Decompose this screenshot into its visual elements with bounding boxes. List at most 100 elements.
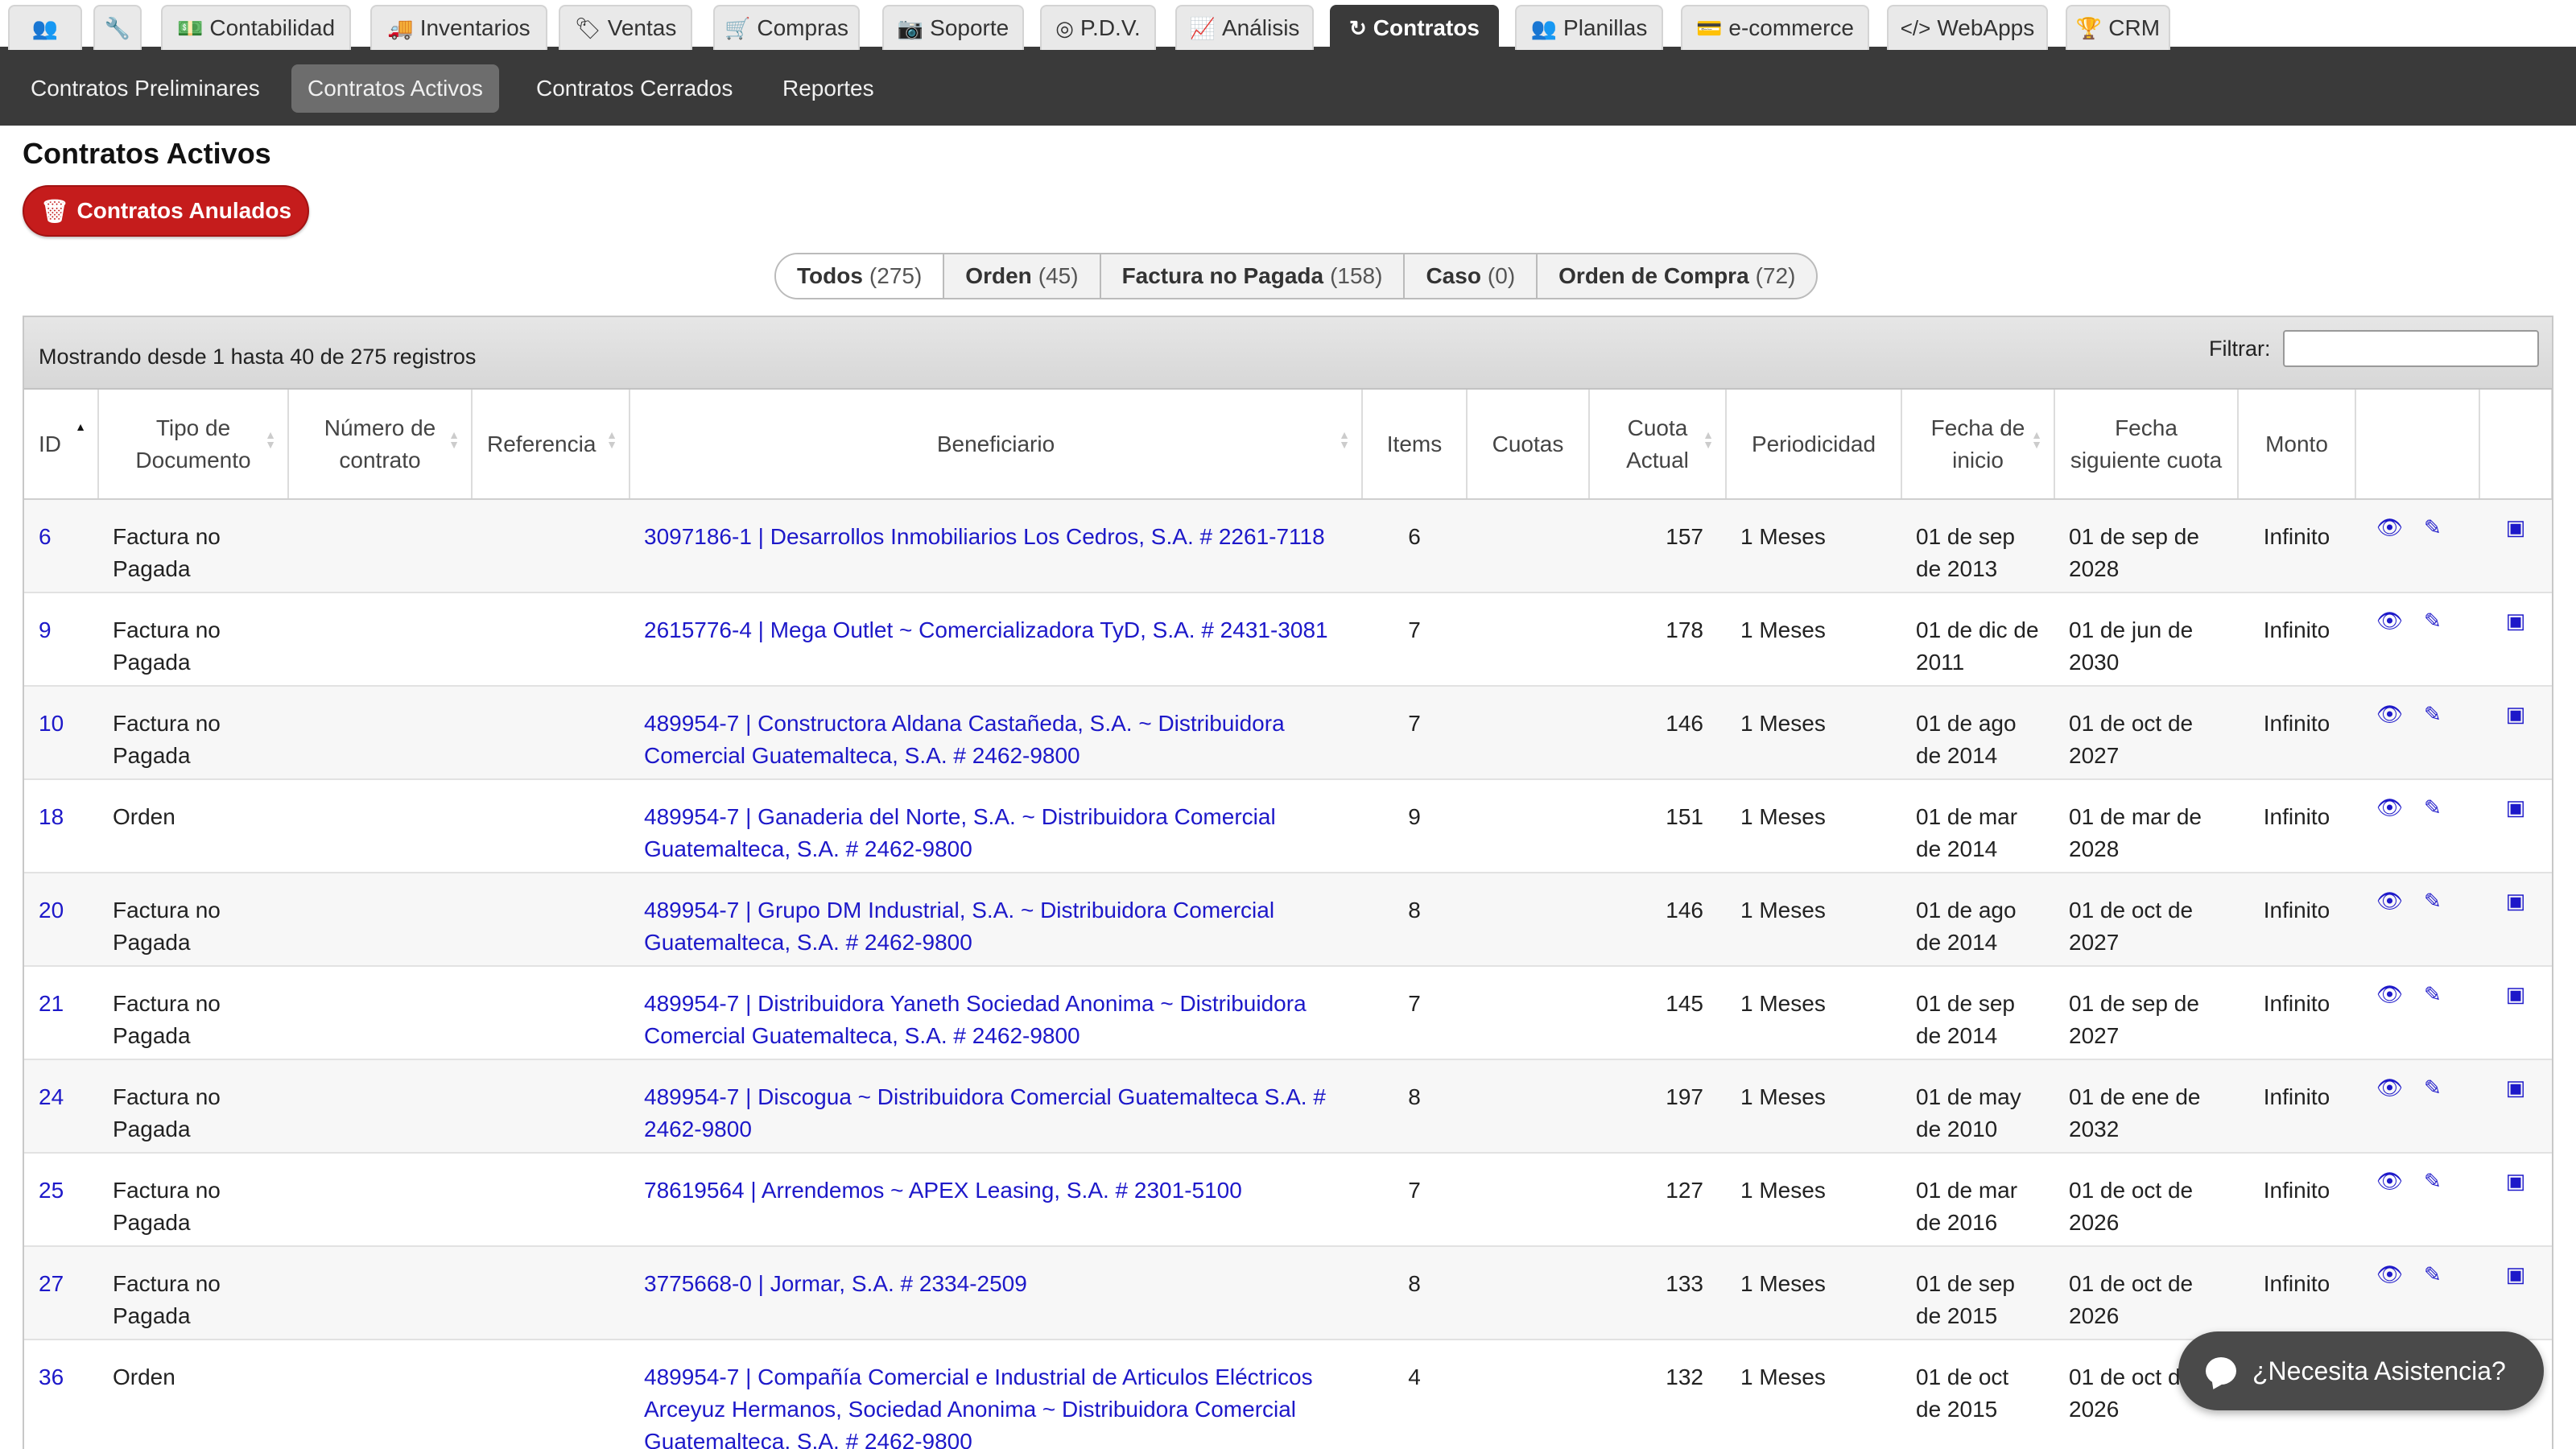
col-fecha-inicio[interactable]: Fecha de inicio ▲ ▼ bbox=[1901, 390, 2055, 500]
col-beneficiario[interactable]: Beneficiario ▲ ▼ bbox=[630, 390, 1363, 500]
cell-tipo: Factura no Pagada bbox=[98, 1059, 288, 1154]
tab-soporte[interactable]: 📷 Soporte bbox=[882, 5, 1024, 50]
beneficiario-link[interactable]: 489954-7 | Compañía Comercial e Industri… bbox=[644, 1364, 1313, 1449]
contract-id-link[interactable]: 24 bbox=[39, 1084, 64, 1109]
tab-analisis[interactable]: 📈 Análisis bbox=[1175, 5, 1314, 50]
archive-icon[interactable]: ▣ bbox=[2506, 1262, 2526, 1286]
beneficiario-link[interactable]: 489954-7 | Discogua ~ Distribuidora Come… bbox=[644, 1084, 1326, 1141]
contract-id-link[interactable]: 10 bbox=[39, 711, 64, 736]
tab-contabilidad[interactable]: 💵 Contabilidad bbox=[161, 5, 351, 50]
col-label: Periodicidad bbox=[1751, 431, 1876, 456]
contract-id-link[interactable]: 21 bbox=[39, 991, 64, 1016]
filter-factura-no-pagada[interactable]: Factura no Pagada (158) bbox=[1101, 254, 1406, 298]
top-navigation: 👥 🔧 💵 Contabilidad 🚚 Inventarios 🏷 Ventas 🛒… bbox=[0, 0, 2576, 50]
col-tipo-documento[interactable]: Tipo de Documento ▲ ▼ bbox=[98, 390, 289, 500]
filter-orden[interactable]: Orden (45) bbox=[944, 254, 1101, 298]
contract-id-link[interactable]: 20 bbox=[39, 898, 64, 923]
tab-ecommerce[interactable]: 💳 e-commerce bbox=[1681, 5, 1869, 50]
contratos-anulados-button[interactable]: 🗑 Contratos Anulados bbox=[23, 185, 309, 237]
archive-icon[interactable]: ▣ bbox=[2506, 609, 2526, 633]
col-label: Beneficiario bbox=[936, 431, 1055, 456]
cell-cuota-actual: 145 bbox=[1589, 966, 1726, 1060]
contract-id-link[interactable]: 9 bbox=[39, 617, 52, 642]
edit-icon[interactable]: ✎ bbox=[2424, 791, 2442, 824]
archive-icon[interactable]: ▣ bbox=[2506, 1169, 2526, 1193]
col-cuota-actual[interactable]: Cuota Actual ▲ ▼ bbox=[1589, 390, 1727, 500]
edit-icon[interactable]: ✎ bbox=[2424, 978, 2442, 1010]
filter-orden-de-compra[interactable]: Orden de Compra (72) bbox=[1538, 254, 1816, 298]
table-row: 24 Factura no Pagada 489954-7 | Discogua ~… bbox=[24, 1059, 2552, 1154]
edit-icon[interactable]: ✎ bbox=[2424, 885, 2442, 917]
beneficiario-link[interactable]: 489954-7 | Ganaderia del Norte, S.A. ~ D… bbox=[644, 804, 1276, 861]
eye-icon[interactable]: 👁 bbox=[2376, 791, 2403, 824]
archive-icon[interactable]: ▣ bbox=[2506, 1075, 2526, 1100]
tab-compras[interactable]: 🛒 Compras bbox=[713, 5, 860, 50]
archive-icon[interactable]: ▣ bbox=[2506, 982, 2526, 1006]
tab-label: Planillas bbox=[1563, 15, 1648, 40]
filter-label: Todos bbox=[797, 263, 863, 288]
col-label: Fecha de inicio bbox=[1930, 415, 2025, 473]
col-numero-contrato[interactable]: Número de contrato ▲ ▼ bbox=[288, 390, 473, 500]
eye-icon[interactable]: 👁 bbox=[2376, 1165, 2403, 1197]
eye-icon[interactable]: 👁 bbox=[2376, 885, 2403, 917]
col-id[interactable]: ID ▲ bbox=[24, 390, 99, 500]
tab-settings[interactable]: 🔧 bbox=[93, 5, 142, 50]
archive-icon[interactable]: ▣ bbox=[2506, 889, 2526, 913]
tab-label: Análisis bbox=[1221, 15, 1300, 40]
subnav-contratos-cerrados[interactable]: Contratos Cerrados bbox=[520, 64, 749, 113]
beneficiario-link[interactable]: 489954-7 | Grupo DM Industrial, S.A. ~ D… bbox=[644, 898, 1274, 955]
tab-pdv[interactable]: ◎ P.D.V. bbox=[1040, 5, 1156, 50]
eye-icon[interactable]: 👁 bbox=[2376, 605, 2403, 637]
edit-icon[interactable]: ✎ bbox=[2424, 1071, 2442, 1104]
col-fecha-siguiente-cuota[interactable]: Fecha siguiente cuota bbox=[2054, 390, 2239, 500]
tab-label: CRM bbox=[2108, 15, 2161, 40]
beneficiario-link[interactable]: 2615776-4 | Mega Outlet ~ Comercializado… bbox=[644, 617, 1328, 642]
cell-actions: 👁✎ bbox=[2355, 1153, 2479, 1247]
tab-planillas[interactable]: 👥 Planillas bbox=[1515, 5, 1663, 50]
subnav-reportes[interactable]: Reportes bbox=[766, 64, 890, 113]
contract-id-link[interactable]: 36 bbox=[39, 1364, 64, 1389]
filter-input[interactable] bbox=[2283, 330, 2539, 367]
archive-icon[interactable]: ▣ bbox=[2506, 515, 2526, 539]
truck-icon: 🚚 bbox=[387, 15, 414, 40]
beneficiario-link[interactable]: 489954-7 | Constructora Aldana Castañeda… bbox=[644, 711, 1285, 768]
filter-count: (72) bbox=[1755, 263, 1796, 288]
contract-id-link[interactable]: 27 bbox=[39, 1271, 64, 1296]
cell-items: 7 bbox=[1362, 966, 1467, 1060]
filter-label: Orden bbox=[965, 263, 1032, 288]
contract-id-link[interactable]: 6 bbox=[39, 524, 52, 549]
beneficiario-link[interactable]: 489954-7 | Distribuidora Yaneth Sociedad… bbox=[644, 991, 1307, 1048]
tab-crm[interactable]: 🏆 CRM bbox=[2066, 5, 2170, 50]
contract-id-link[interactable]: 25 bbox=[39, 1178, 64, 1203]
contract-id-link[interactable]: 18 bbox=[39, 804, 64, 829]
tab-inventarios[interactable]: 🚚 Inventarios bbox=[370, 5, 547, 50]
filter-todos[interactable]: Todos (275) bbox=[776, 254, 945, 298]
filter-caso[interactable]: Caso (0) bbox=[1405, 254, 1538, 298]
archive-icon[interactable]: ▣ bbox=[2506, 702, 2526, 726]
tab-webapps[interactable]: </> WebApps bbox=[1887, 5, 2048, 50]
eye-icon[interactable]: 👁 bbox=[2376, 1258, 2403, 1290]
cell-actions: 👁✎ bbox=[2355, 686, 2479, 780]
archive-icon[interactable]: ▣ bbox=[2506, 795, 2526, 819]
edit-icon[interactable]: ✎ bbox=[2424, 698, 2442, 730]
tab-contratos[interactable]: ↻ Contratos bbox=[1330, 5, 1499, 50]
edit-icon[interactable]: ✎ bbox=[2424, 511, 2442, 543]
eye-icon[interactable]: 👁 bbox=[2376, 1071, 2403, 1104]
beneficiario-link[interactable]: 3097186-1 | Desarrollos Inmobiliarios Lo… bbox=[644, 524, 1325, 549]
col-referencia[interactable]: Referencia ▲ ▼ bbox=[472, 390, 630, 500]
eye-icon[interactable]: 👁 bbox=[2376, 511, 2403, 543]
beneficiario-link[interactable]: 78619564 | Arrendemos ~ APEX Leasing, S.… bbox=[644, 1178, 1242, 1203]
col-cuotas: Cuotas bbox=[1467, 390, 1590, 500]
subnav-contratos-preliminares[interactable]: Contratos Preliminares bbox=[14, 64, 276, 113]
subnav-contratos-activos[interactable]: Contratos Activos bbox=[291, 64, 499, 113]
assistance-chat-button[interactable]: ¿Necesita Asistencia? bbox=[2178, 1331, 2544, 1410]
tab-ventas[interactable]: 🏷 Ventas bbox=[559, 5, 692, 50]
edit-icon[interactable]: ✎ bbox=[2424, 1165, 2442, 1197]
col-label: ID bbox=[39, 431, 61, 456]
edit-icon[interactable]: ✎ bbox=[2424, 605, 2442, 637]
eye-icon[interactable]: 👁 bbox=[2376, 698, 2403, 730]
tab-users[interactable]: 👥 bbox=[8, 5, 82, 50]
beneficiario-link[interactable]: 3775668-0 | Jormar, S.A. # 2334-2509 bbox=[644, 1271, 1027, 1296]
edit-icon[interactable]: ✎ bbox=[2424, 1258, 2442, 1290]
eye-icon[interactable]: 👁 bbox=[2376, 978, 2403, 1010]
